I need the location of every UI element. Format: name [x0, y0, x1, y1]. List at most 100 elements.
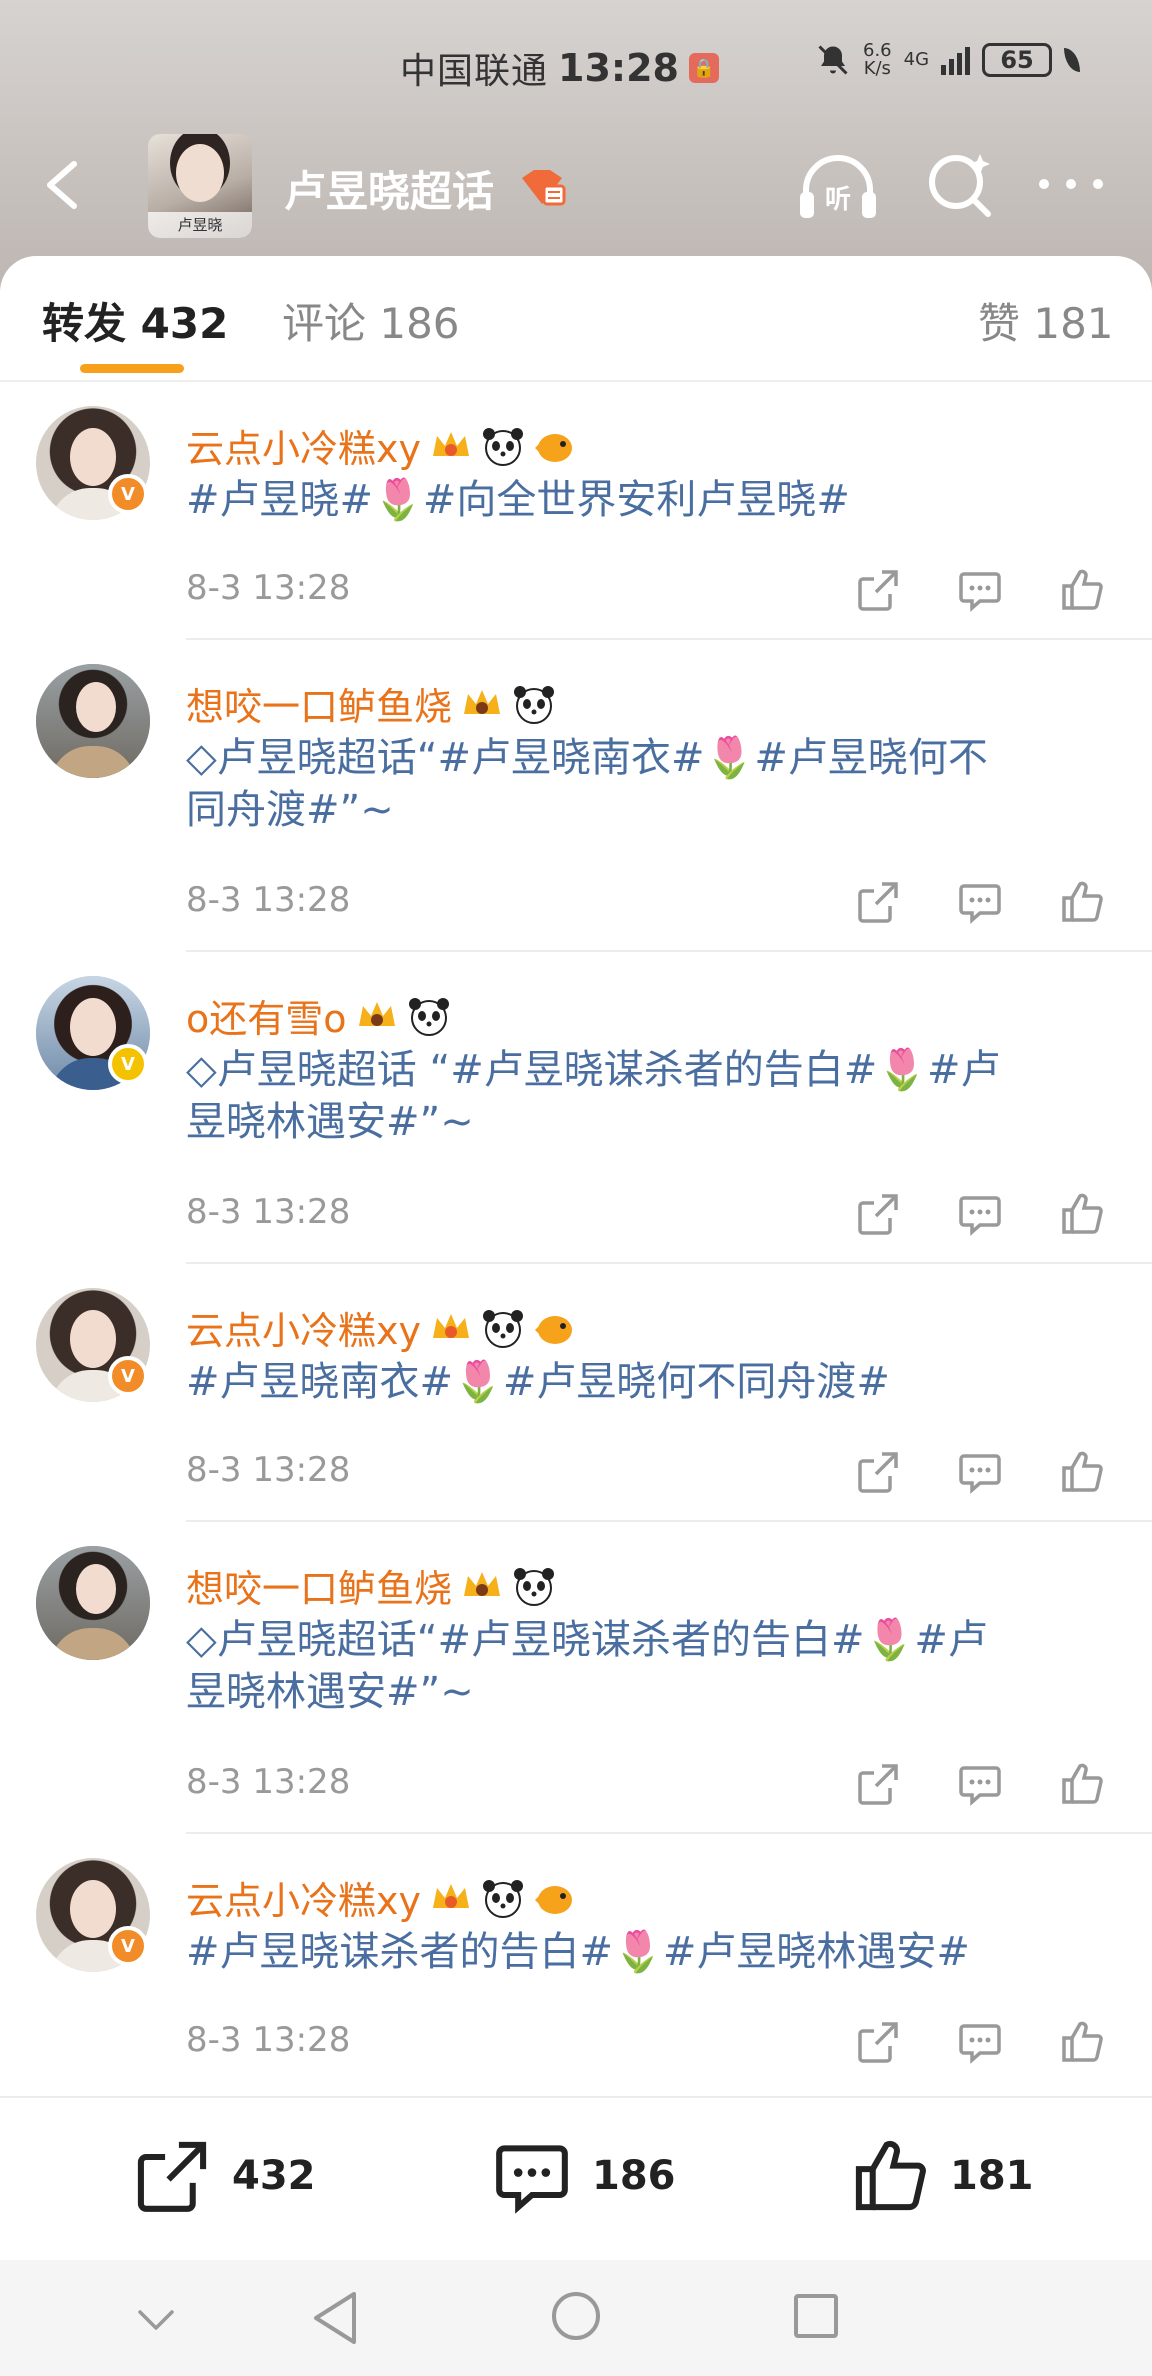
comment-button[interactable]: 186 [494, 2138, 676, 2214]
like-icon[interactable] [1060, 1450, 1104, 1494]
avatar[interactable] [36, 664, 150, 778]
fish-icon [533, 1876, 577, 1920]
tab-bar: 转发 432 评论 186 赞 181 [0, 256, 1152, 382]
eco-leaf-icon [1064, 48, 1081, 72]
network-type: 4G [903, 49, 930, 70]
username[interactable]: o还有雪o [186, 988, 451, 1043]
signal-bars-icon [941, 45, 971, 75]
nav-recents-icon[interactable] [792, 2292, 840, 2340]
repost-item[interactable]: V 云点小冷糕xy #卢昱晓南衣#🌷#卢昱晓何不同舟渡# 8-3 13:28 [0, 1264, 1152, 1522]
crown-badge-icon [460, 682, 504, 726]
like-count: 181 [950, 2153, 1034, 2199]
comment-icon[interactable] [958, 1762, 1002, 1806]
like-icon[interactable] [1060, 1192, 1104, 1236]
timestamp: 8-3 13:28 [186, 880, 351, 920]
svg-text:听: 听 [825, 185, 851, 215]
comment-count: 186 [592, 2153, 676, 2199]
search-icon[interactable] [926, 150, 994, 218]
avatar[interactable] [36, 1546, 150, 1660]
username[interactable]: 想咬一口鲈鱼烧 [186, 1558, 556, 1613]
username[interactable]: 云点小冷糕xy [186, 1300, 577, 1355]
like-icon[interactable] [1060, 568, 1104, 612]
fish-icon [533, 1306, 577, 1350]
timestamp: 8-3 13:28 [186, 1762, 351, 1802]
repost-item[interactable]: 想咬一口鲈鱼烧 ◇卢昱晓超话“#卢昱晓南衣#🌷#卢昱晓何不 同舟渡#”~ 8-3… [0, 640, 1152, 952]
svg-text:V: V [121, 1936, 135, 1957]
username[interactable]: 云点小冷糕xy [186, 1870, 577, 1925]
crown-badge-icon [355, 994, 399, 1038]
repost-icon[interactable] [856, 1450, 900, 1494]
app-lock-icon: 🔒 [688, 53, 719, 83]
like-icon[interactable] [1060, 880, 1104, 924]
like-icon[interactable] [1060, 1762, 1104, 1806]
crown-badge-icon [429, 1306, 473, 1350]
svg-text:V: V [121, 1054, 135, 1075]
panda-icon [481, 424, 525, 468]
repost-item[interactable]: 想咬一口鲈鱼烧 ◇卢昱晓超话“#卢昱晓谋杀者的告白#🌷#卢 昱晓林遇安#”~ 8… [0, 1522, 1152, 1834]
comment-icon[interactable] [958, 2020, 1002, 2064]
nav-bar: 卢昱晓 卢昱晓超话 听 [0, 130, 1152, 240]
panda-icon [481, 1306, 525, 1350]
hide-keyboard-icon[interactable] [136, 2300, 176, 2340]
fish-icon [533, 424, 577, 468]
status-bar: 中国联通 13:28 🔒 6.6 K/s 4G 65 [0, 36, 1152, 96]
tab-likes[interactable]: 赞 181 [978, 290, 1114, 351]
repost-icon[interactable] [856, 1192, 900, 1236]
tab-reposts[interactable]: 转发 432 [42, 290, 228, 351]
crown-badge-icon [460, 1564, 504, 1608]
carrier-label: 中国联通 [400, 51, 549, 92]
comment-icon[interactable] [958, 1192, 1002, 1236]
repost-text: ◇卢昱晓超话“#卢昱晓谋杀者的告白#🌷#卢 昱晓林遇安#”~ [186, 1617, 988, 1715]
username[interactable]: 云点小冷糕xy [186, 418, 577, 473]
verified-badge-icon: V [108, 474, 148, 514]
repost-text: #卢昱晓#🌷#向全世界安利卢昱晓# [186, 477, 850, 523]
timestamp: 8-3 13:28 [186, 1192, 351, 1232]
repost-text: #卢昱晓谋杀者的告白#🌷#卢昱晓林遇安# [186, 1929, 970, 1975]
repost-item[interactable]: V o还有雪o ◇卢昱晓超话 “#卢昱晓谋杀者的告白#🌷#卢 昱晓林遇安#”~ … [0, 952, 1152, 1264]
repost-text: ◇卢昱晓超话“#卢昱晓南衣#🌷#卢昱晓何不 同舟渡#”~ [186, 735, 988, 833]
repost-text: #卢昱晓南衣#🌷#卢昱晓何不同舟渡# [186, 1359, 890, 1405]
repost-icon[interactable] [856, 1762, 900, 1806]
back-arrow-icon[interactable] [40, 160, 84, 210]
panda-icon [481, 1876, 525, 1920]
content-card: 转发 432 评论 186 赞 181 V 云点小冷糕xy #卢昱晓#🌷#向全世… [0, 256, 1152, 2096]
comment-icon[interactable] [958, 880, 1002, 924]
repost-count: 432 [232, 2153, 316, 2199]
page-title[interactable]: 卢昱晓超话 [284, 158, 494, 219]
nav-home-icon[interactable] [550, 2290, 602, 2342]
supertopic-level-icon [522, 170, 566, 206]
comment-icon[interactable] [958, 568, 1002, 612]
supertopic-avatar[interactable]: 卢昱晓 [148, 134, 252, 238]
like-icon[interactable] [1060, 2020, 1104, 2064]
repost-button[interactable]: 432 [134, 2138, 316, 2214]
tab-comments[interactable]: 评论 186 [282, 290, 460, 351]
repost-item[interactable]: V 云点小冷糕xy #卢昱晓#🌷#向全世界安利卢昱晓# 8-3 13:28 [0, 382, 1152, 640]
panda-icon [512, 1564, 556, 1608]
nav-back-icon[interactable] [310, 2290, 360, 2346]
more-options-icon[interactable] [1036, 174, 1106, 194]
timestamp: 8-3 13:28 [186, 1450, 351, 1490]
clock: 13:28 [558, 46, 679, 90]
mute-bell-icon [818, 45, 848, 75]
comment-icon[interactable] [958, 1450, 1002, 1494]
like-button[interactable]: 181 [852, 2138, 1034, 2214]
repost-icon [137, 2141, 207, 2212]
bottom-action-bar: 432 186 181 [0, 2096, 1152, 2260]
svg-text:V: V [121, 484, 135, 505]
username[interactable]: 想咬一口鲈鱼烧 [186, 676, 556, 731]
crown-badge-icon [429, 424, 473, 468]
panda-icon [512, 682, 556, 726]
timestamp: 8-3 13:28 [186, 2020, 351, 2060]
repost-text: ◇卢昱晓超话 “#卢昱晓谋杀者的告白#🌷#卢 昱晓林遇安#”~ [186, 1047, 1001, 1145]
panda-icon [407, 994, 451, 1038]
repost-icon[interactable] [856, 880, 900, 924]
verified-badge-icon: V [108, 1356, 148, 1396]
verified-badge-icon: V [108, 1044, 148, 1084]
crown-badge-icon [429, 1876, 473, 1920]
repost-item[interactable]: V 云点小冷糕xy #卢昱晓谋杀者的告白#🌷#卢昱晓林遇安# 8-3 13:28 [0, 1834, 1152, 2092]
repost-icon[interactable] [856, 2020, 900, 2064]
repost-icon[interactable] [856, 568, 900, 612]
listen-icon[interactable]: 听 [796, 154, 880, 220]
svg-text:V: V [121, 1366, 135, 1387]
timestamp: 8-3 13:28 [186, 568, 351, 608]
